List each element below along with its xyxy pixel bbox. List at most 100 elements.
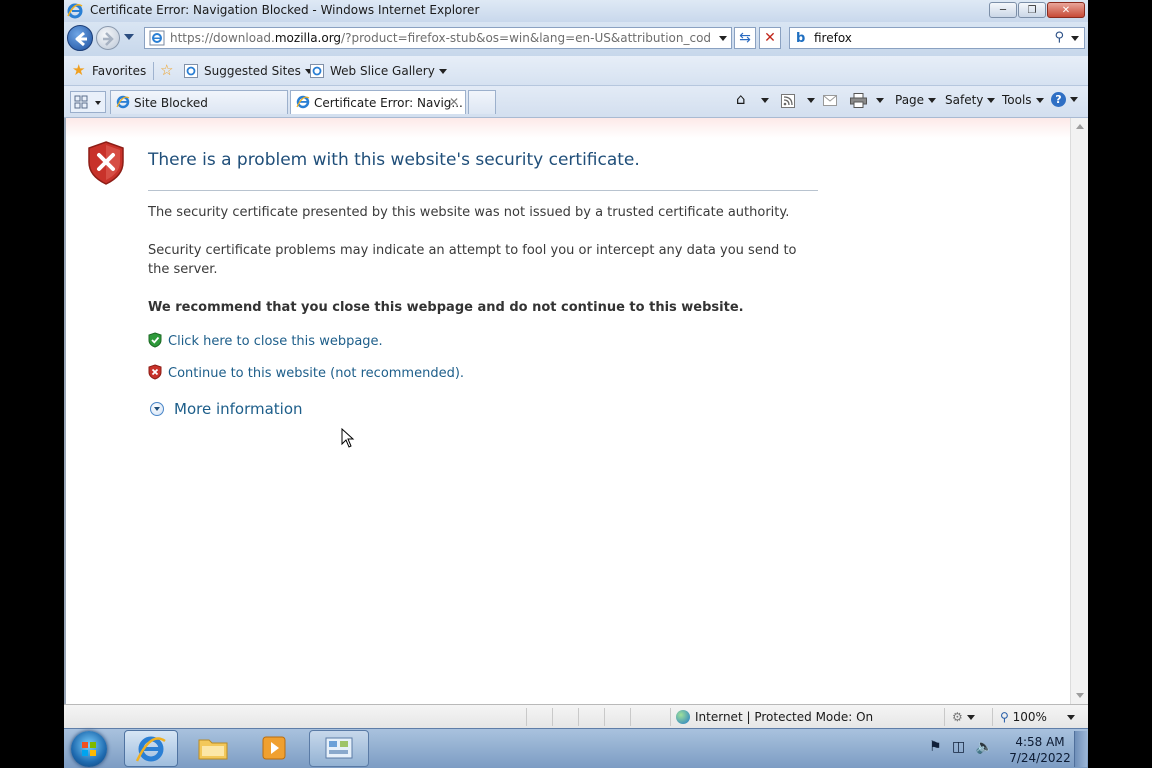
feeds-icon[interactable] [781, 94, 795, 108]
expand-chevron-icon [150, 402, 164, 416]
more-information-toggle[interactable]: More information [150, 400, 303, 418]
clock-time: 4:58 AM [1015, 735, 1065, 749]
forward-arrow-icon [103, 32, 114, 46]
quick-tabs-icon [74, 95, 101, 109]
media-player-icon [262, 736, 286, 760]
status-divider [526, 708, 527, 726]
tab-certificate-error[interactable]: Certificate Error: Navig... ✕ [290, 90, 466, 114]
tab-site-blocked[interactable]: Site Blocked [110, 90, 288, 114]
control-panel-icon [325, 737, 353, 759]
tab-label: Site Blocked [134, 96, 208, 110]
search-query: firefox [814, 31, 852, 45]
heading-divider [148, 190, 818, 191]
close-webpage-link[interactable]: Click here to close this webpage. [168, 334, 383, 349]
taskbar-control-panel[interactable] [309, 730, 369, 767]
more-information-label: More information [174, 400, 303, 418]
start-button[interactable] [71, 731, 107, 767]
taskbar-media-player[interactable] [248, 730, 302, 767]
tab-ie-icon [116, 95, 130, 109]
tools-menu[interactable]: Tools [1002, 93, 1044, 107]
close-window-button[interactable]: ✕ [1047, 2, 1085, 18]
new-tab-button[interactable] [468, 90, 496, 114]
paragraph-untrusted-authority: The security certificate presented by th… [148, 205, 790, 220]
green-shield-icon [148, 332, 162, 348]
status-divider [552, 708, 553, 726]
refresh-button[interactable]: ⇆ [734, 27, 756, 49]
zoom-icon: ⚲ [1000, 710, 1009, 724]
zoom-control[interactable]: ⚲ 100% [1000, 710, 1075, 724]
address-row: https://download.mozilla.org/?product=fi… [64, 22, 1088, 56]
error-shield-icon [88, 141, 124, 185]
search-box[interactable]: b firefox ⚲ [789, 27, 1085, 49]
volume-icon[interactable]: 🔈 [976, 739, 993, 755]
tab-row: Site Blocked Certificate Error: Navig...… [64, 86, 1088, 118]
url-text: https://download.mozilla.org/?product=fi… [170, 31, 710, 45]
refresh-icon: ⇆ [739, 30, 751, 46]
error-glow [66, 118, 1070, 138]
forward-button[interactable] [96, 26, 120, 50]
home-dropdown[interactable] [757, 93, 769, 107]
search-options-dropdown[interactable] [1071, 36, 1079, 41]
page-ie-icon [149, 30, 165, 46]
stop-button[interactable]: ✕ [759, 27, 781, 49]
stop-icon: ✕ [764, 30, 776, 46]
internet-explorer-icon [135, 736, 166, 762]
help-icon: ? [1051, 92, 1066, 107]
action-center-flag-icon[interactable]: ⚑ [929, 739, 942, 755]
read-mail-icon[interactable] [823, 95, 837, 106]
scroll-up-icon[interactable] [1076, 124, 1084, 129]
network-icon[interactable]: ◫ [952, 739, 965, 755]
address-bar[interactable]: https://download.mozilla.org/?product=fi… [144, 27, 732, 49]
windows-logo-icon [82, 742, 96, 756]
help-menu[interactable]: ? [1051, 92, 1078, 107]
status-divider [944, 708, 945, 726]
tab-ie-icon [296, 95, 310, 109]
protected-mode-settings-icon[interactable]: ⚙ [952, 710, 975, 724]
status-bar: Internet | Protected Mode: On ⚙ ⚲ 100% [64, 704, 1088, 728]
minimize-button[interactable]: ─ [989, 2, 1017, 18]
vertical-scrollbar[interactable] [1070, 118, 1088, 704]
internet-globe-icon [676, 710, 690, 724]
print-dropdown[interactable] [872, 93, 884, 107]
mouse-cursor-icon [341, 428, 355, 448]
continue-to-website-link[interactable]: Continue to this website (not recommende… [168, 366, 464, 381]
red-shield-icon [148, 364, 162, 380]
suggested-sites-link[interactable]: Suggested Sites [204, 64, 313, 78]
page-content: There is a problem with this website's s… [64, 118, 1070, 704]
back-arrow-icon [75, 31, 87, 47]
suggested-sites-icon [184, 64, 198, 78]
restore-button[interactable]: ❐ [1018, 2, 1046, 18]
page-menu[interactable]: Page [895, 93, 937, 107]
system-tray: ⚑ ◫ 🔈 [929, 739, 993, 755]
ie-window: Certificate Error: Navigation Blocked - … [64, 0, 1088, 768]
close-tab-icon[interactable]: ✕ [449, 95, 459, 109]
status-divider [578, 708, 579, 726]
status-divider [670, 708, 671, 726]
search-icon[interactable]: ⚲ [1054, 30, 1064, 45]
favorites-button[interactable]: Favorites [92, 64, 146, 78]
web-slice-gallery-link[interactable]: Web Slice Gallery [330, 64, 447, 78]
taskbar: ⚑ ◫ 🔈 4:58 AM 7/24/2022 [64, 728, 1088, 768]
page-heading: There is a problem with this website's s… [148, 150, 640, 170]
ie-logo-icon [67, 3, 83, 19]
recent-pages-dropdown[interactable] [124, 34, 134, 40]
web-slice-icon [310, 64, 324, 78]
security-zone[interactable]: Internet | Protected Mode: On [676, 710, 873, 724]
paragraph-security-warning: Security certificate problems may indica… [148, 243, 797, 277]
taskbar-internet-explorer[interactable] [124, 730, 178, 767]
bing-icon: b [796, 31, 806, 46]
address-dropdown-icon[interactable] [719, 36, 727, 41]
taskbar-windows-explorer[interactable] [187, 730, 241, 767]
quick-tabs-button[interactable] [70, 91, 106, 113]
favorites-bar: ★ Favorites ☆ Suggested Sites Web Slice … [64, 56, 1088, 86]
clock[interactable]: 4:58 AM 7/24/2022 [1008, 734, 1072, 766]
show-desktop-button[interactable] [1074, 731, 1087, 767]
favorites-star-icon: ★ [72, 61, 86, 79]
print-icon[interactable] [850, 93, 867, 108]
safety-menu[interactable]: Safety [945, 93, 996, 107]
feeds-dropdown[interactable] [803, 93, 815, 107]
back-button[interactable] [67, 25, 93, 51]
home-icon[interactable]: ⌂ [736, 90, 746, 108]
add-favorites-icon[interactable]: ☆ [160, 61, 173, 79]
scroll-down-icon[interactable] [1076, 693, 1084, 698]
